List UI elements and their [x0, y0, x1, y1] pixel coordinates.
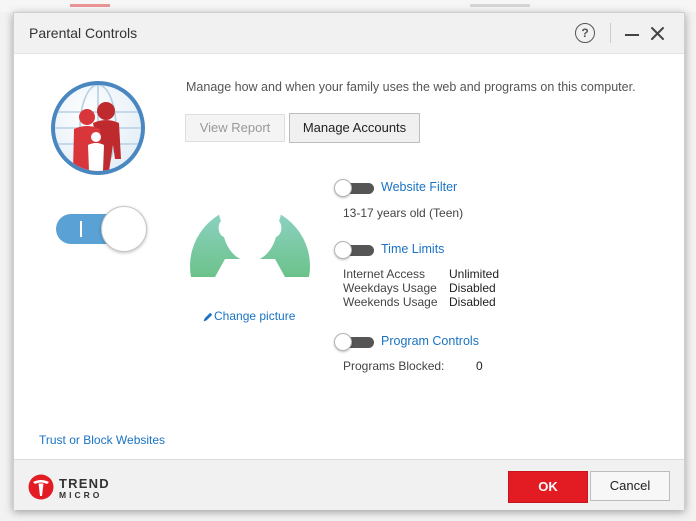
trend-micro-ball-icon: [28, 474, 54, 500]
change-picture-link[interactable]: Change picture: [202, 309, 295, 323]
background-mark: [470, 4, 530, 7]
toggle-knob: [101, 206, 147, 252]
brand-name-line2: MICRO: [59, 490, 103, 500]
time-limits-toggle[interactable]: [334, 241, 376, 259]
weekdays-usage-value: Disabled: [449, 281, 496, 295]
pencil-icon: [203, 312, 213, 322]
parental-controls-dialog: Parental Controls ? Manage how and when …: [13, 12, 685, 510]
weekdays-usage-label: Weekdays Usage: [343, 281, 437, 295]
time-limits-link[interactable]: Time Limits: [381, 242, 444, 256]
programs-blocked-label: Programs Blocked:: [343, 359, 445, 373]
trust-or-block-websites-link[interactable]: Trust or Block Websites: [39, 433, 165, 447]
website-filter-link[interactable]: Website Filter: [381, 180, 457, 194]
weekends-usage-value: Disabled: [449, 295, 496, 309]
view-report-button[interactable]: View Report: [185, 114, 285, 142]
program-controls-link[interactable]: Program Controls: [381, 334, 479, 348]
toggle-knob: [334, 179, 352, 197]
ok-button[interactable]: OK: [508, 471, 588, 503]
toggle-knob: [334, 333, 352, 351]
toggle-knob: [334, 241, 352, 259]
website-filter-toggle[interactable]: [334, 179, 376, 197]
website-filter-age-detail: 13-17 years old (Teen): [343, 206, 464, 220]
cancel-button[interactable]: Cancel: [590, 471, 670, 501]
programs-blocked-count: 0: [476, 359, 483, 373]
family-globe-logo: [51, 81, 145, 175]
dialog-footer: TREND MICRO OK Cancel: [14, 459, 684, 510]
help-button[interactable]: ?: [575, 23, 595, 43]
brand-name-line1: TREND: [59, 476, 110, 491]
program-controls-toggle[interactable]: [334, 333, 376, 351]
titlebar-divider: [610, 23, 611, 43]
background-mark: [70, 4, 110, 7]
internet-access-label: Internet Access: [343, 267, 426, 281]
title-bar: Parental Controls ?: [14, 13, 684, 54]
page-description: Manage how and when your family uses the…: [186, 80, 636, 94]
toggle-on-indicator: [80, 221, 82, 237]
change-picture-label: Change picture: [214, 309, 296, 323]
minimize-button[interactable]: [622, 25, 642, 43]
user-avatar[interactable]: [185, 159, 315, 277]
internet-access-value: Unlimited: [449, 267, 500, 281]
close-icon: [651, 27, 664, 40]
trend-micro-logo: TREND MICRO: [28, 474, 128, 502]
weekends-usage-label: Weekends Usage: [343, 295, 438, 309]
background-window-edge: [0, 0, 696, 12]
parental-controls-master-toggle[interactable]: [56, 206, 148, 252]
close-button[interactable]: [648, 25, 668, 43]
manage-accounts-button[interactable]: Manage Accounts: [289, 113, 420, 143]
help-icon: ?: [581, 26, 589, 40]
window-title: Parental Controls: [29, 25, 138, 41]
